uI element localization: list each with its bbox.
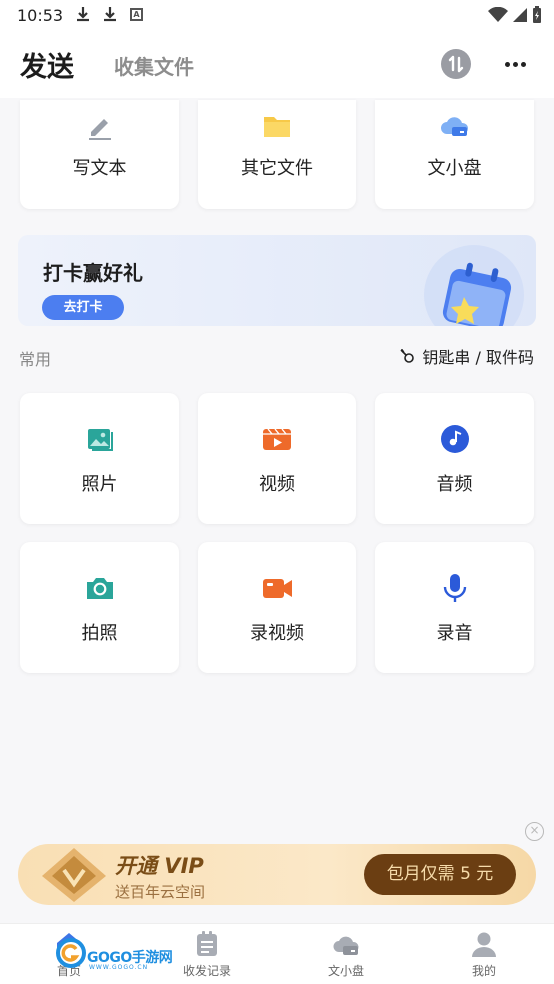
transfer-sort-button[interactable] <box>441 49 471 79</box>
photo-card[interactable]: 照片 <box>20 393 179 524</box>
cloud-disk-icon <box>333 936 359 955</box>
more-dot <box>513 62 518 67</box>
nav-label: 文小盘 <box>327 964 364 978</box>
gogo-watermark: GOGO手游网 WWW.GOGO.CN <box>56 930 173 976</box>
record-video-icon <box>263 579 292 598</box>
notification-a-icon: A <box>130 8 143 21</box>
other-files-card[interactable]: 其它文件 <box>198 100 356 209</box>
keychain-label: 钥匙串 / 取件码 <box>422 348 534 367</box>
calendar-star-icon <box>424 245 524 326</box>
nav-label: 收发记录 <box>182 964 231 978</box>
vip-diamond-icon <box>42 848 106 902</box>
card-label: 其它文件 <box>241 158 313 179</box>
video-icon <box>263 428 291 450</box>
card-label: 拍照 <box>81 623 118 644</box>
profile-icon <box>472 932 496 957</box>
vip-subtitle: 送百年云空间 <box>115 883 206 901</box>
download-icon <box>103 6 117 26</box>
camera-icon <box>86 578 113 599</box>
battery-icon <box>533 6 541 23</box>
write-text-card[interactable]: 写文本 <box>20 100 179 209</box>
wifi-icon <box>488 7 508 22</box>
status-right <box>488 6 542 24</box>
tab-send[interactable]: 发送 <box>20 45 74 84</box>
card-label: 音频 <box>436 474 473 495</box>
wenxiaopan-card[interactable]: 文小盘 <box>375 100 534 209</box>
nav-label: 我的 <box>471 964 496 978</box>
record-audio-card[interactable]: 录音 <box>375 542 534 673</box>
microphone-icon <box>443 574 466 602</box>
vip-subscribe-button[interactable]: 包月仅需 5 元 <box>364 854 516 895</box>
cloud-disk-icon <box>440 117 468 136</box>
card-label: 文小盘 <box>427 158 482 179</box>
close-vip-button[interactable]: × <box>525 822 544 841</box>
video-card[interactable]: 视频 <box>198 393 356 524</box>
status-time: 10:53 <box>17 6 64 25</box>
card-label: 照片 <box>81 474 118 495</box>
pencil-icon <box>88 119 111 140</box>
nav-profile[interactable]: 我的 <box>439 924 529 984</box>
banner-title: 打卡赢好礼 <box>43 261 143 285</box>
nav-wenxiaopan[interactable]: 文小盘 <box>301 924 391 984</box>
checkin-button[interactable]: 去打卡 <box>42 295 124 320</box>
camera-card[interactable]: 拍照 <box>20 542 179 673</box>
nav-records[interactable]: 收发记录 <box>162 924 252 984</box>
more-options-button[interactable] <box>500 50 532 78</box>
record-video-card[interactable]: 录视频 <box>198 542 356 673</box>
status-bar: 10:53 A <box>0 0 554 32</box>
card-label: 写文本 <box>72 158 127 179</box>
card-label: 视频 <box>259 474 295 495</box>
more-dot <box>505 62 510 67</box>
photo-icon <box>87 429 113 451</box>
tab-collect-files[interactable]: 收集文件 <box>114 51 194 80</box>
card-label: 录视频 <box>250 623 304 644</box>
records-icon <box>197 931 217 956</box>
audio-card[interactable]: 音频 <box>375 393 534 524</box>
keychain-link[interactable]: 钥匙串 / 取件码 <box>398 344 534 368</box>
checkin-banner[interactable]: 打卡赢好礼 去打卡 <box>18 235 536 326</box>
audio-icon <box>440 425 469 453</box>
transfer-arrows-icon <box>448 55 464 73</box>
common-section-label: 常用 <box>19 350 52 369</box>
signal-icon <box>513 8 527 22</box>
key-icon <box>400 349 415 363</box>
vip-title: 开通 VIP <box>115 854 204 878</box>
more-dot <box>521 62 526 67</box>
watermark-url: WWW.GOGO.CN <box>89 964 149 971</box>
download-icon <box>76 6 90 26</box>
header: 发送 收集文件 <box>0 32 554 98</box>
vip-banner[interactable]: 开通 VIP 送百年云空间 包月仅需 5 元 <box>18 844 536 905</box>
gogo-logo-icon <box>56 938 86 968</box>
card-label: 录音 <box>436 623 473 644</box>
folder-icon <box>264 117 290 137</box>
